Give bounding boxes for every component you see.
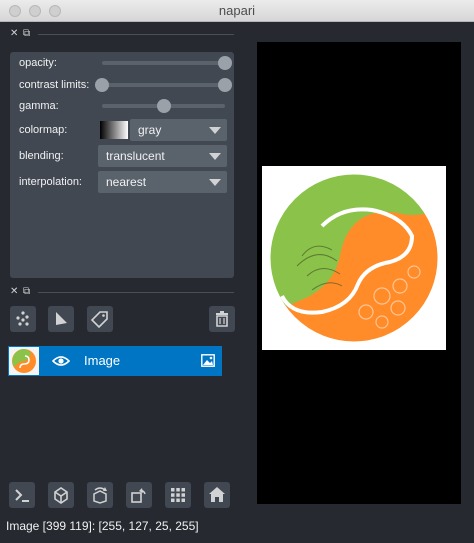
colormap-value: gray [138,123,162,137]
layer-list-dock-header: ✕ ⧉ [8,286,234,298]
float-dock-icon[interactable]: ⧉ [23,28,30,40]
float-dock-icon[interactable]: ⧉ [23,286,30,298]
gamma-slider[interactable] [102,99,225,113]
contrast-limits-slider[interactable] [95,78,232,92]
new-points-layer-button[interactable] [10,306,36,332]
layer-list-item[interactable]: Image [8,346,222,376]
roll-dimensions-button[interactable] [87,482,113,508]
console-button[interactable] [9,482,35,508]
contrast-limits-low-handle[interactable] [95,78,109,92]
ndisplay-3d-icon [54,487,68,504]
chevron-down-icon [209,179,221,186]
delete-layer-button[interactable] [209,306,235,332]
transpose-icon [131,488,146,503]
gamma-label: gamma: [19,100,59,112]
opacity-slider-handle[interactable] [218,56,232,70]
roll-dims-icon [93,487,107,504]
image-layer-picture [269,173,439,343]
ndisplay-button[interactable] [48,482,74,508]
opacity-label: opacity: [19,57,57,69]
chevron-down-icon [209,127,221,134]
contrast-limits-high-handle[interactable] [218,78,232,92]
transpose-button[interactable] [126,482,152,508]
interpolation-select[interactable]: nearest [98,171,227,193]
home-button[interactable] [204,482,230,508]
contrast-limits-label: contrast limits: [19,79,90,91]
close-dock-icon[interactable]: ✕ [10,286,18,298]
new-labels-icon [91,311,108,328]
status-bar-text: Image [399 119]: [255, 127, 25, 255] [6,519,199,533]
close-dock-icon[interactable]: ✕ [10,28,18,40]
window-title: napari [218,3,256,18]
blending-select[interactable]: translucent [98,145,227,167]
layer-controls-dock-header: ✕ ⧉ [8,28,234,40]
gamma-slider-handle[interactable] [156,99,171,113]
dock-header-divider [38,292,234,293]
new-shapes-icon [56,312,67,325]
interpolation-label: interpolation: [19,176,82,188]
grid-view-button[interactable] [165,482,191,508]
layer-thumbnail [9,347,39,375]
home-icon [209,487,225,502]
blending-value: translucent [106,149,165,163]
layer-name[interactable]: Image [84,353,120,368]
grid-icon [171,488,185,502]
colormap-select[interactable]: gray [130,119,227,141]
chevron-down-icon [209,153,221,160]
image-layer-render [262,166,446,350]
colormap-preview [100,121,128,139]
new-labels-layer-button[interactable] [87,306,113,332]
layer-controls-panel: opacity: contrast limits: gamma: colorma… [10,52,234,278]
image-layer-type-icon [201,354,215,367]
blending-label: blending: [19,150,64,162]
interpolation-value: nearest [106,175,147,189]
new-points-icon [16,311,29,326]
console-icon [15,489,29,502]
viewer-canvas[interactable] [257,42,461,504]
delete-layer-icon [216,311,228,327]
colormap-label: colormap: [19,124,68,136]
dock-header-divider [38,34,234,35]
window-titlebar: napari [0,0,474,22]
visibility-eye-icon[interactable] [52,354,70,368]
new-shapes-layer-button[interactable] [48,306,74,332]
opacity-slider[interactable] [102,56,232,70]
